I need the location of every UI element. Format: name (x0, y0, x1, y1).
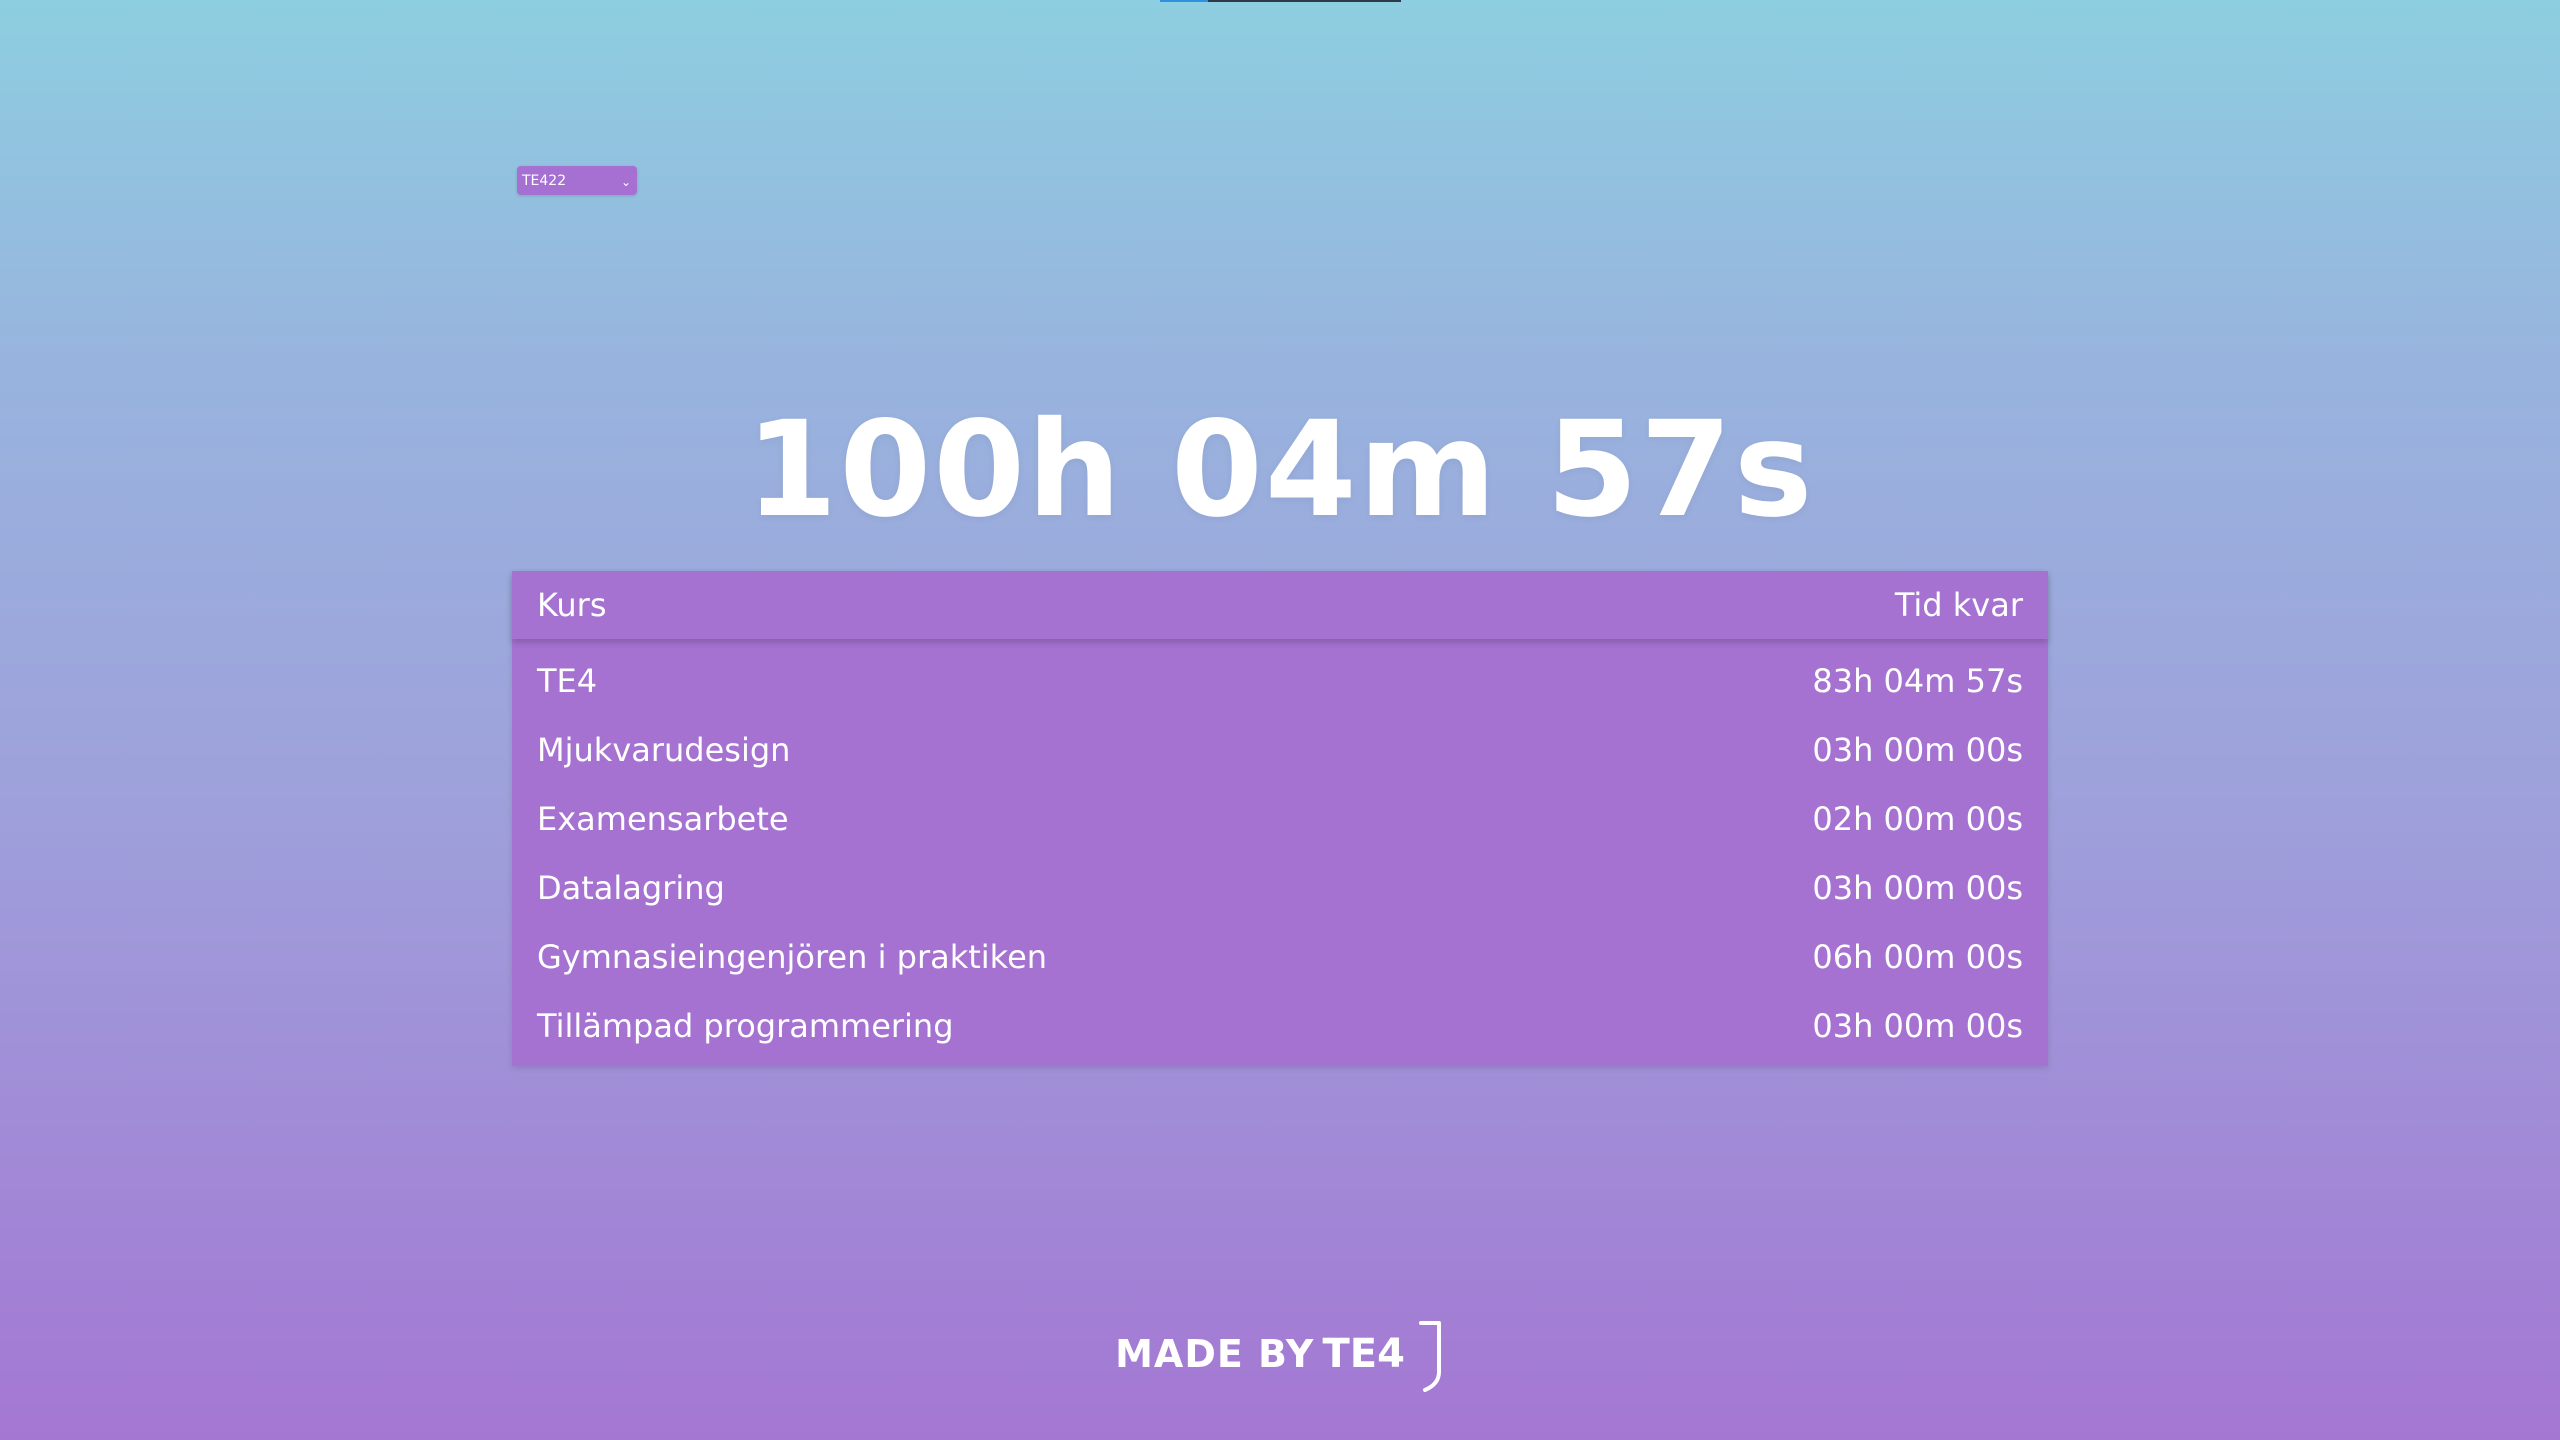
total-countdown: 100h 04m 57s (745, 393, 1815, 547)
course-name: Mjukvarudesign (537, 730, 791, 769)
course-time-left: 03h 00m 00s (1812, 868, 2023, 907)
course-row: Examensarbete 02h 00m 00s (512, 784, 2048, 853)
course-name: Gymnasieingenjören i praktiken (537, 937, 1048, 976)
te4-hook-icon (1418, 1321, 1441, 1392)
header-time-left: Tid kvar (1894, 586, 2023, 624)
course-name: Examensarbete (537, 799, 789, 838)
course-table: Kurs Tid kvar TE4 83h 04m 57s Mjukvarude… (512, 571, 2048, 1066)
made-by-text: MADE BY (1115, 1332, 1315, 1376)
course-row: Datalagring 03h 00m 00s (512, 853, 2048, 922)
course-name: Tillämpad programmering (537, 1006, 954, 1045)
course-row: Gymnasieingenjören i praktiken 06h 00m 0… (512, 922, 2048, 991)
brand-text: TE4 (1322, 1331, 1405, 1377)
course-time-left: 03h 00m 00s (1812, 730, 2023, 769)
header-course: Kurs (537, 586, 607, 624)
top-progress-bar (1160, 0, 1401, 2)
course-table-header: Kurs Tid kvar (512, 571, 2048, 639)
course-name: TE4 (537, 661, 598, 700)
class-select-value: TE422 (522, 172, 567, 189)
course-row: Mjukvarudesign 03h 00m 00s (512, 715, 2048, 784)
course-row: Tillämpad programmering 03h 00m 00s (512, 991, 2048, 1060)
course-time-left: 06h 00m 00s (1812, 937, 2023, 976)
course-row: TE4 83h 04m 57s (512, 646, 2048, 715)
top-progress-fill (1160, 0, 1209, 2)
course-time-left: 83h 04m 57s (1812, 661, 2023, 700)
course-time-left: 02h 00m 00s (1812, 799, 2023, 838)
class-select-dropdown[interactable]: TE422 ⌄ (517, 166, 637, 195)
chevron-down-icon: ⌄ (620, 174, 631, 189)
course-name: Datalagring (537, 868, 725, 907)
course-time-left: 03h 00m 00s (1812, 1006, 2023, 1045)
made-by-te4-logo[interactable]: MADE BY TE4 (0, 1316, 2560, 1392)
